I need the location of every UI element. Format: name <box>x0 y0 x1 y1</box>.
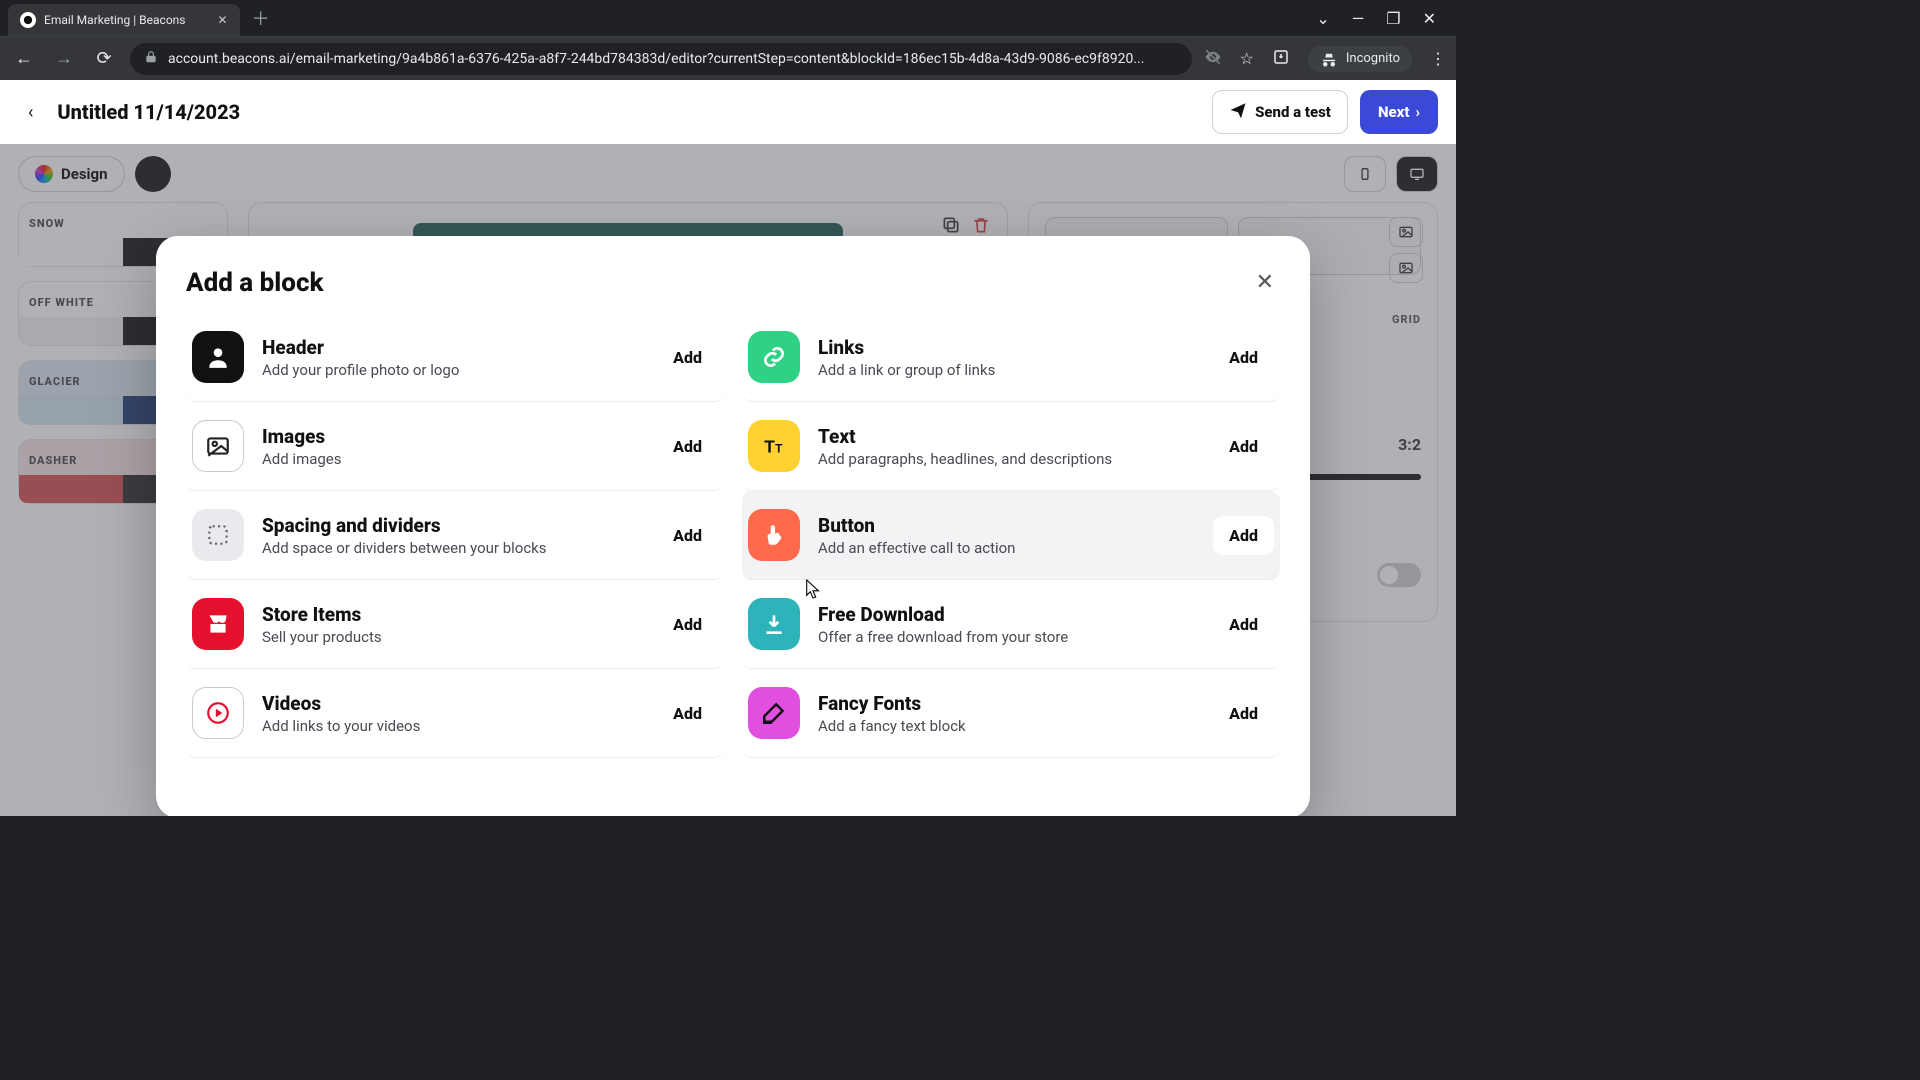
install-pwa-icon[interactable] <box>1272 48 1290 70</box>
add-button[interactable]: Add <box>657 605 718 644</box>
close-window-icon[interactable]: ✕ <box>1423 9 1436 28</box>
block-option-text[interactable]: TT Text Add paragraphs, headlines, and d… <box>742 402 1280 491</box>
block-option-videos[interactable]: Videos Add links to your videos Add <box>186 669 724 758</box>
app-surface: ‹ Untitled 11/14/2023 Send a test Next ›… <box>0 80 1456 816</box>
app-header: ‹ Untitled 11/14/2023 Send a test Next › <box>0 80 1456 144</box>
block-option-spacing[interactable]: Spacing and dividers Add space or divide… <box>186 491 724 580</box>
add-button[interactable]: Add <box>1213 427 1274 466</box>
document-title: Untitled 11/14/2023 <box>57 100 240 124</box>
add-button[interactable]: Add <box>1213 605 1274 644</box>
browser-tab[interactable]: Email Marketing | Beacons ✕ <box>8 4 240 36</box>
window-controls: ⌄ ― ❐ ✕ <box>1304 9 1448 28</box>
block-option-button[interactable]: Button Add an effective call to action A… <box>742 491 1280 580</box>
add-button[interactable]: Add <box>657 516 718 555</box>
minimize-icon[interactable]: ― <box>1352 9 1365 28</box>
add-block-modal: Add a block ✕ Header Add your profile ph… <box>156 236 1310 816</box>
incognito-icon <box>1320 50 1338 68</box>
add-button[interactable]: Add <box>1213 694 1274 733</box>
close-icon[interactable]: ✕ <box>1250 264 1280 301</box>
block-option-download[interactable]: Free Download Offer a free download from… <box>742 580 1280 669</box>
block-option-fancy-fonts[interactable]: Fancy Fonts Add a fancy text block Add <box>742 669 1280 758</box>
profile-icon <box>192 331 244 383</box>
kebab-menu-icon[interactable]: ⋮ <box>1430 49 1446 68</box>
maximize-icon[interactable]: ❐ <box>1386 9 1400 28</box>
back-button[interactable]: ‹ <box>18 96 43 129</box>
play-icon <box>192 687 244 739</box>
image-icon <box>192 420 244 472</box>
link-icon <box>748 331 800 383</box>
beacons-favicon-icon <box>20 12 36 28</box>
url-text: account.beacons.ai/email-marketing/9a4b8… <box>168 51 1144 67</box>
add-button[interactable]: Add <box>657 694 718 733</box>
send-test-button[interactable]: Send a test <box>1212 90 1348 134</box>
add-button[interactable]: Add <box>1213 516 1274 555</box>
incognito-label: Incognito <box>1346 51 1400 66</box>
add-button[interactable]: Add <box>657 427 718 466</box>
touch-icon <box>748 509 800 561</box>
nav-forward-icon: → <box>50 48 78 69</box>
block-option-links[interactable]: Links Add a link or group of links Add <box>742 313 1280 402</box>
new-tab-button[interactable]: ＋ <box>240 5 282 31</box>
add-button[interactable]: Add <box>657 338 718 377</box>
chevron-down-icon[interactable]: ⌄ <box>1316 9 1329 28</box>
reload-icon[interactable]: ⟳ <box>90 48 118 69</box>
block-option-header[interactable]: Header Add your profile photo or logo Ad… <box>186 313 724 402</box>
eye-off-icon[interactable] <box>1204 48 1222 70</box>
incognito-indicator[interactable]: Incognito <box>1308 46 1412 72</box>
modal-title: Add a block <box>186 268 324 298</box>
chevron-right-icon: › <box>1415 103 1420 121</box>
nav-back-icon[interactable]: ← <box>10 48 38 69</box>
send-icon <box>1229 101 1247 123</box>
url-field[interactable]: account.beacons.ai/email-marketing/9a4b8… <box>130 43 1192 75</box>
edit-icon <box>748 687 800 739</box>
add-button[interactable]: Add <box>1213 338 1274 377</box>
star-icon[interactable]: ☆ <box>1240 49 1254 68</box>
svg-text:T: T <box>775 442 783 456</box>
tab-strip: Email Marketing | Beacons ✕ ＋ ⌄ ― ❐ ✕ <box>0 0 1456 36</box>
download-icon <box>748 598 800 650</box>
address-bar: ← → ⟳ account.beacons.ai/email-marketing… <box>0 36 1456 80</box>
tab-title: Email Marketing | Beacons <box>44 13 186 27</box>
block-option-images[interactable]: Images Add images Add <box>186 402 724 491</box>
svg-text:T: T <box>764 437 775 457</box>
lock-icon <box>144 50 158 68</box>
browser-chrome: Email Marketing | Beacons ✕ ＋ ⌄ ― ❐ ✕ ← … <box>0 0 1456 80</box>
block-option-store[interactable]: Store Items Sell your products Add <box>186 580 724 669</box>
store-icon <box>192 598 244 650</box>
next-label: Next <box>1378 103 1410 121</box>
next-button[interactable]: Next › <box>1360 90 1438 134</box>
send-test-label: Send a test <box>1255 103 1331 121</box>
spacing-icon <box>192 509 244 561</box>
text-icon: TT <box>748 420 800 472</box>
tab-close-icon[interactable]: ✕ <box>218 13 228 27</box>
